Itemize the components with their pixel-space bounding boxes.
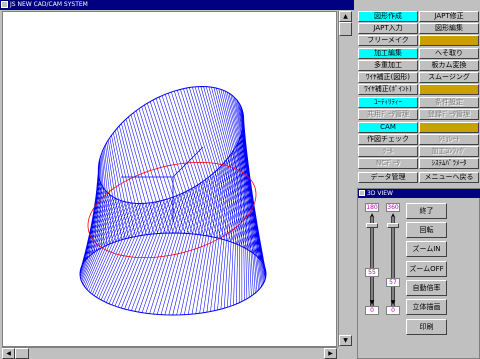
azimuth-max: 360 xyxy=(386,203,400,212)
end-button[interactable]: 終了 xyxy=(406,203,447,219)
system-parameter-button[interactable]: ｼｽﾃﾑﾊﾟﾗﾒｰﾀ xyxy=(419,158,479,169)
tadan-kako-button[interactable]: 多重加工 xyxy=(358,60,418,71)
elevation-value: 55 xyxy=(365,268,379,277)
horizontal-scrollbar[interactable]: ◀ ▶ xyxy=(2,347,338,359)
scroll-right-icon[interactable]: ▶ xyxy=(324,348,337,359)
solid-draw-button[interactable]: 立体描画 xyxy=(406,299,447,315)
cad-viewport[interactable] xyxy=(2,11,337,347)
bottom-edge xyxy=(79,232,267,316)
3d-view-title: 3D VIEW xyxy=(367,190,393,197)
vertical-scrollbar[interactable]: ▲ ▼ xyxy=(338,11,353,347)
japt-nyuryoku-button[interactable]: JAPT入力 xyxy=(358,23,418,34)
rotate-button[interactable]: 回転 xyxy=(406,222,447,238)
azimuth-slider[interactable]: 360 ▲ 57 ▼ 0 xyxy=(386,203,400,315)
empty-slot-2 xyxy=(419,84,479,95)
view-system-menu-icon[interactable] xyxy=(359,190,365,196)
disabled-button-6: 加工ｺﾝﾌｨｸﾞ xyxy=(419,146,479,157)
auto-scale-button[interactable]: 自動倍率 xyxy=(406,280,447,296)
function-menu-panel: 図形作成 JAPT修正 JAPT入力 図形編集 フリーメイク 加工編集 へそ取り… xyxy=(355,10,480,187)
disabled-button-1: 条件設定 xyxy=(419,97,479,108)
elevation-max: 180 xyxy=(365,203,379,212)
utility-button[interactable]: ﾕｰﾃｨﾘﾃｨｰ xyxy=(358,97,418,108)
cam-button[interactable]: CAM xyxy=(358,122,418,133)
scroll-down-icon[interactable]: ▼ xyxy=(339,335,352,346)
wire-hosei-zukei-button[interactable]: ﾜｲﾔ補正(図形) xyxy=(358,72,418,83)
disabled-button-4: ｼﾐｭﾚｰﾄ xyxy=(419,134,479,145)
azimuth-value: 57 xyxy=(386,278,400,287)
vertical-scroll-thumb[interactable] xyxy=(339,22,352,36)
scroll-left-icon[interactable]: ◀ xyxy=(2,348,15,359)
3d-view-title-bar[interactable]: 3D VIEW xyxy=(358,189,480,198)
hesodori-button[interactable]: へそ取り xyxy=(419,48,479,59)
empty-slot-1 xyxy=(419,35,479,46)
wire-hosei-point-button[interactable]: ﾜｲﾔ補正(ﾎﾟｲﾝﾄ) xyxy=(358,84,418,95)
horizontal-scroll-thumb[interactable] xyxy=(15,348,29,359)
elevation-track[interactable] xyxy=(370,216,374,308)
disabled-button-5: ﾂｰﾙ xyxy=(358,146,418,157)
zoom-in-button[interactable]: ズームIN xyxy=(406,241,447,257)
empty-slot-3 xyxy=(419,122,479,133)
main-window: JS NEW CAD/CAM SYSTEM ▲ ▼ ◀ ▶ xyxy=(0,0,354,359)
disabled-button-7: NCﾃﾞｰﾀ xyxy=(358,158,418,169)
zukei-henshu-button[interactable]: 図形編集 xyxy=(419,23,479,34)
zukei-sakusei-button[interactable]: 図形作成 xyxy=(358,11,418,22)
sakuzu-check-button[interactable]: 作図チェック xyxy=(358,134,418,145)
azimuth-min: 0 xyxy=(386,306,400,315)
disabled-button-2: 共用ﾃﾞｰﾀ管理 xyxy=(358,109,418,120)
scroll-up-icon[interactable]: ▲ xyxy=(339,11,352,22)
japt-shusei-button[interactable]: JAPT修正 xyxy=(419,11,479,22)
3d-view-window: 3D VIEW 180 ▲ 55 ▼ 0 360 ▲ 57 ▼ 0 終了 回転 … xyxy=(357,188,480,359)
zoom-off-button[interactable]: ズームOFF xyxy=(406,261,447,277)
azimuth-track[interactable] xyxy=(391,216,395,308)
wireframe-model xyxy=(79,85,267,316)
azimuth-thumb[interactable] xyxy=(387,223,399,228)
kako-henshu-button[interactable]: 加工編集 xyxy=(358,48,418,59)
ita-cam-henkan-button[interactable]: 板カム変換 xyxy=(419,60,479,71)
elevation-thumb[interactable] xyxy=(366,223,378,228)
menu-modoru-button[interactable]: メニューへ戻る xyxy=(419,172,479,183)
system-menu-icon[interactable] xyxy=(1,1,8,8)
disabled-button-3: 登録ﾃﾞｰﾀ管理 xyxy=(419,109,479,120)
elevation-min: 0 xyxy=(365,306,379,315)
free-make-button[interactable]: フリーメイク xyxy=(358,35,418,46)
main-title-bar[interactable]: JS NEW CAD/CAM SYSTEM xyxy=(0,0,354,10)
print-button[interactable]: 印刷 xyxy=(406,319,447,335)
smoothing-button[interactable]: スムージング xyxy=(419,72,479,83)
elevation-slider[interactable]: 180 ▲ 55 ▼ 0 xyxy=(365,203,379,315)
data-kanri-button[interactable]: データ管理 xyxy=(358,172,418,183)
main-window-title: JS NEW CAD/CAM SYSTEM xyxy=(10,1,88,8)
